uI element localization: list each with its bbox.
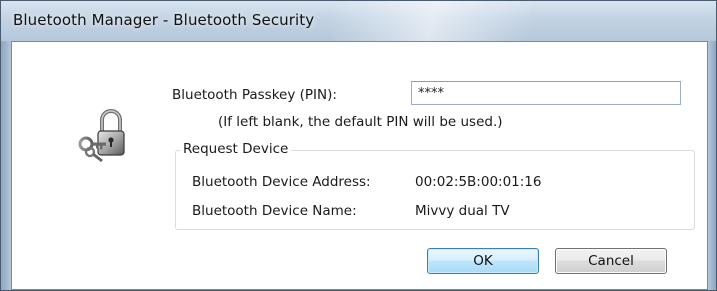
title-bar[interactable]: Bluetooth Manager - Bluetooth Security bbox=[1, 1, 716, 41]
ok-button[interactable]: OK bbox=[427, 248, 539, 274]
device-name-label: Bluetooth Device Name: bbox=[192, 203, 357, 219]
default-pin-hint: (If left blank, the default PIN will be … bbox=[218, 114, 503, 130]
passkey-label: Bluetooth Passkey (PIN): bbox=[172, 87, 337, 103]
dialog-body: Bluetooth Passkey (PIN): (If left blank,… bbox=[11, 41, 708, 290]
bluetooth-security-dialog: Bluetooth Manager - Bluetooth Security B… bbox=[0, 0, 717, 291]
lock-with-keys-icon bbox=[78, 109, 125, 163]
device-address-value: 00:02:5B:00:01:16 bbox=[415, 174, 542, 190]
pin-input[interactable] bbox=[411, 81, 681, 105]
window-title: Bluetooth Manager - Bluetooth Security bbox=[13, 11, 315, 29]
window-frame-left bbox=[1, 41, 11, 290]
request-device-legend: Request Device bbox=[180, 141, 292, 157]
window-frame-right bbox=[708, 41, 716, 290]
device-address-label: Bluetooth Device Address: bbox=[192, 174, 371, 190]
device-name-value: Mivvy dual TV bbox=[415, 203, 510, 219]
cancel-button[interactable]: Cancel bbox=[555, 248, 667, 274]
